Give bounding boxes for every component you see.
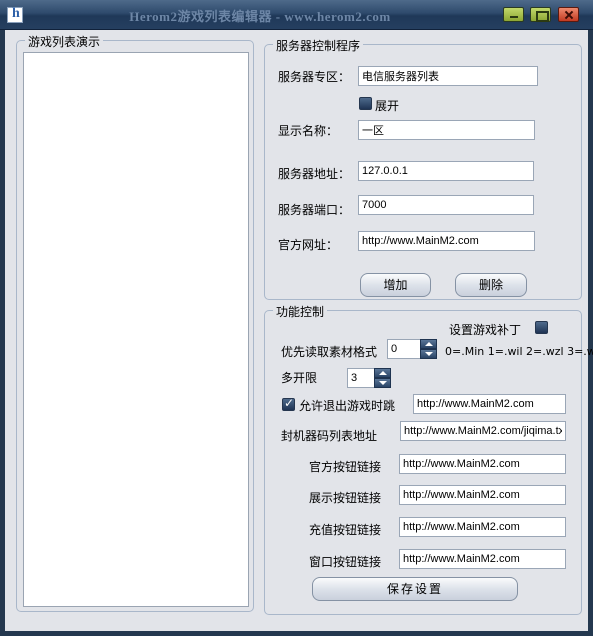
function-control-group-title: 功能控制 [273,303,328,320]
game-list-box[interactable] [23,52,249,607]
ban-list-label: 封机器码列表地址 [281,429,378,443]
expand-checkbox[interactable] [359,97,372,110]
spinner-down-icon[interactable] [374,378,391,388]
priority-format-spinner[interactable] [420,339,437,359]
priority-format-field[interactable] [387,339,421,359]
priority-format-label: 优先读取素材格式 [281,345,378,359]
show-button-link-label: 展示按钮链接 [309,491,382,505]
official-site-field[interactable] [358,231,535,251]
multi-open-spinner[interactable] [374,368,391,388]
display-name-label: 显示名称： [278,124,339,138]
save-settings-button[interactable]: 保存设置 [312,577,518,601]
maximize-button[interactable] [530,7,551,22]
game-patch-checkbox[interactable] [535,321,548,334]
server-address-field[interactable] [358,161,534,181]
recharge-button-link-label: 充值按钮链接 [309,523,382,537]
spinner-up-icon[interactable] [374,368,391,378]
window-title: Herom2游戏列表编辑器 - www.herom2.com [129,9,391,24]
server-zone-label: 服务器专区： [278,70,351,84]
spinner-up-icon[interactable] [420,339,437,349]
display-name-field[interactable] [358,120,535,140]
server-zone-field[interactable] [358,66,538,86]
multi-open-label: 多开限 [281,371,318,385]
delete-button[interactable]: 删除 [455,273,527,297]
game-list-group-title: 游戏列表演示 [25,33,104,50]
official-site-label: 官方网址： [278,238,339,252]
window-button-link-label: 窗口按钮链接 [309,555,382,569]
game-patch-label: 设置游戏补丁 [449,323,522,337]
game-list-group: 游戏列表演示 [16,33,254,612]
exit-jump-label: 允许退出游戏时跳 [299,399,396,413]
title-bar[interactable]: Herom2游戏列表编辑器 - www.herom2.com [0,0,593,30]
expand-label: 展开 [375,99,400,113]
server-port-field[interactable] [358,195,534,215]
spinner-down-icon[interactable] [420,349,437,359]
server-control-group-title: 服务器控制程序 [273,37,364,54]
exit-jump-checkbox[interactable] [282,396,295,411]
add-button[interactable]: 增加 [360,273,431,297]
multi-open-field[interactable] [347,368,375,388]
format-hint-text: 0=.Min 1=.wil 2=.wzl 3=.wis [445,345,593,358]
recharge-button-link-field[interactable] [399,517,566,537]
server-control-group: 服务器控制程序 服务器专区： 展开 显示名称： 服务器地址： 服务器端口： 官方… [264,37,582,300]
show-button-link-field[interactable] [399,485,566,505]
server-address-label: 服务器地址： [278,167,351,181]
window-button-link-field[interactable] [399,549,566,569]
official-button-link-field[interactable] [399,454,566,474]
official-button-link-label: 官方按钮链接 [309,460,382,474]
server-port-label: 服务器端口： [278,203,351,217]
exit-jump-field[interactable] [413,394,566,414]
minimize-button[interactable] [503,7,524,22]
client-area: 游戏列表演示 服务器控制程序 服务器专区： 展开 显示名称： 服务器地址： 服务… [5,30,593,631]
close-button[interactable] [558,7,579,22]
function-control-group: 功能控制 设置游戏补丁 优先读取素材格式 0=.Min 1=.wil 2=.wz… [264,303,593,615]
ban-list-field[interactable] [400,421,566,441]
